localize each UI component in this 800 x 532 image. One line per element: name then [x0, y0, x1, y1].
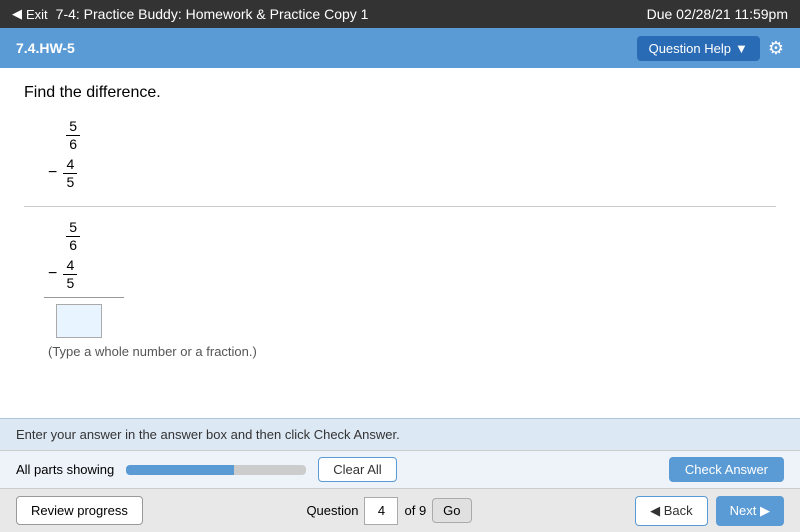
exit-arrow-icon: ◀ [12, 6, 22, 22]
parts-bar: All parts showing Clear All Check Answer [0, 450, 800, 488]
numerator-1: 5 [66, 118, 80, 136]
parts-label: All parts showing [16, 462, 114, 477]
back-button[interactable]: ◀ Back [635, 496, 708, 526]
answer-input[interactable] [56, 304, 102, 338]
instruction-text: Enter your answer in the answer box and … [16, 427, 400, 442]
question-number-input[interactable] [364, 497, 398, 525]
top-bar-left: ◀ Exit 7-4: Practice Buddy: Homework & P… [12, 6, 368, 22]
fraction-row-3: − 5 6 [48, 219, 776, 253]
fraction-row-4: − 4 5 [48, 257, 776, 291]
fraction-5-6-b: 5 6 [66, 219, 80, 253]
check-answer-button[interactable]: Check Answer [669, 457, 784, 482]
minus-sign-1: − [48, 164, 57, 182]
question-help-label: Question Help [649, 41, 731, 56]
answer-line [44, 297, 124, 298]
answer-hint: (Type a whole number or a fraction.) [48, 344, 776, 359]
exit-label: Exit [26, 7, 48, 22]
progress-bar-fill [126, 465, 234, 475]
header-right: Question Help ▼ ⚙ [637, 36, 784, 61]
fraction-row-1: − 5 6 [48, 118, 776, 152]
main-content: Find the difference. − 5 6 − 4 5 − 5 6 [0, 68, 800, 418]
top-bar-due: Due 02/28/21 11:59pm [647, 6, 788, 22]
fraction-5-6: 5 6 [66, 118, 80, 152]
numerator-3: 5 [66, 219, 80, 237]
exit-button[interactable]: ◀ Exit [12, 6, 48, 22]
question-label: Question [306, 503, 358, 518]
question-header: 7.4.HW-5 Question Help ▼ ⚙ [0, 28, 800, 68]
clear-all-button[interactable]: Clear All [318, 457, 396, 482]
fraction-problem-display: − 5 6 − 4 5 [48, 118, 776, 190]
section-divider [24, 206, 776, 207]
next-button[interactable]: Next ▶ [716, 496, 784, 526]
of-label: of 9 [404, 503, 426, 518]
denominator-2: 5 [63, 174, 77, 190]
fraction-row-2: − 4 5 [48, 156, 776, 190]
numerator-2: 4 [63, 156, 77, 174]
numerator-4: 4 [63, 257, 77, 275]
nav-buttons: ◀ Back Next ▶ [635, 496, 784, 526]
chevron-down-icon: ▼ [735, 41, 748, 56]
fraction-answer-section: − 5 6 − 4 5 (Type a whole number or a fr… [48, 219, 776, 359]
question-help-button[interactable]: Question Help ▼ [637, 36, 760, 61]
question-nav: Question of 9 Go [306, 497, 471, 525]
question-prompt: Find the difference. [24, 84, 776, 102]
minus-sign-2: − [48, 265, 57, 283]
question-id: 7.4.HW-5 [16, 40, 75, 56]
top-bar-title: 7-4: Practice Buddy: Homework & Practice… [56, 6, 369, 22]
footer-nav: Review progress Question of 9 Go ◀ Back … [0, 488, 800, 532]
go-button[interactable]: Go [432, 498, 471, 523]
settings-gear-button[interactable]: ⚙ [768, 38, 784, 59]
fraction-4-5: 4 5 [63, 156, 77, 190]
progress-bar-container [126, 465, 306, 475]
denominator-1: 6 [66, 136, 80, 152]
denominator-3: 6 [66, 237, 80, 253]
review-progress-button[interactable]: Review progress [16, 496, 143, 525]
top-bar: ◀ Exit 7-4: Practice Buddy: Homework & P… [0, 0, 800, 28]
fraction-4-5-b: 4 5 [63, 257, 77, 291]
gear-icon: ⚙ [768, 38, 784, 58]
answer-input-row [52, 304, 776, 338]
denominator-4: 5 [63, 275, 77, 291]
instruction-bar: Enter your answer in the answer box and … [0, 418, 800, 450]
